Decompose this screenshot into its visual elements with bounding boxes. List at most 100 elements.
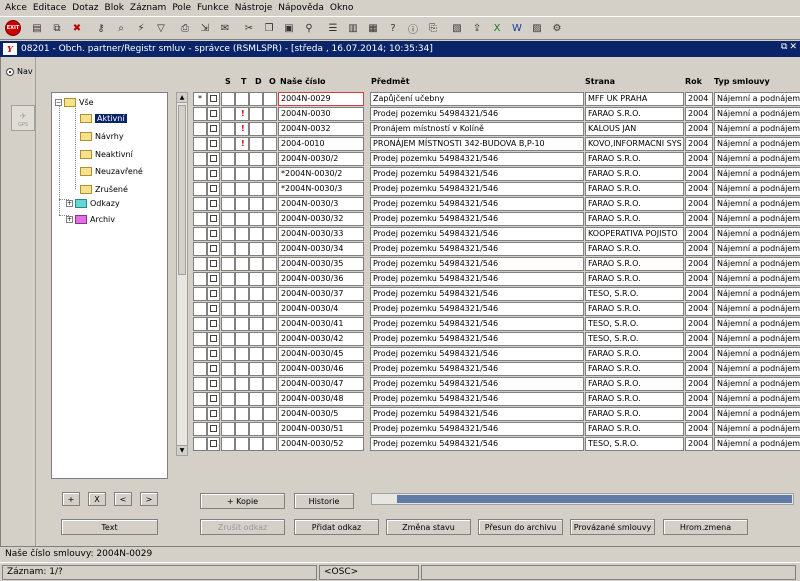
row-flag-d[interactable] <box>249 227 263 241</box>
cell-predmet[interactable]: Prodej pozemku 54984321/546 <box>370 317 584 331</box>
cell-typ[interactable]: Nájemní a podnájemní <box>714 212 800 226</box>
cell-predmet[interactable]: Prodej pozemku 54984321/546 <box>370 437 584 451</box>
checkbox-icon[interactable] <box>210 320 217 327</box>
cell-strana[interactable]: FARAO S.R.O. <box>585 392 684 406</box>
row-flag-o[interactable] <box>263 122 277 136</box>
cell-cislo[interactable]: 2004N-0030/47 <box>278 377 364 391</box>
row-flag-t[interactable] <box>235 242 249 256</box>
row-flag-d[interactable] <box>249 152 263 166</box>
checkbox-icon[interactable] <box>210 425 217 432</box>
mail-icon[interactable]: ✉ <box>216 19 234 37</box>
row-flag-d[interactable] <box>249 92 263 106</box>
cell-predmet[interactable]: Prodej pozemku 54984321/546 <box>370 407 584 421</box>
cell-typ[interactable]: Nájemní a podnájemní <box>714 197 800 211</box>
row-flag-s[interactable] <box>221 92 235 106</box>
cell-typ[interactable]: Nájemní a podnájemní <box>714 137 800 151</box>
checkbox-icon[interactable] <box>210 110 217 117</box>
export-icon[interactable]: ⇪ <box>468 19 486 37</box>
cell-typ[interactable]: Nájemní a podnájemní <box>714 152 800 166</box>
row-flag-t[interactable] <box>235 197 249 211</box>
cell-typ[interactable]: Nájemní a podnájemní <box>714 167 800 181</box>
row-marker[interactable] <box>193 107 207 121</box>
cell-predmet[interactable]: Prodej pozemku 54984321/546 <box>370 212 584 226</box>
row-flag-d[interactable] <box>249 137 263 151</box>
row-flag-t[interactable] <box>235 227 249 241</box>
row-flag-o[interactable] <box>263 377 277 391</box>
copy-record-icon[interactable]: ⧉ <box>48 19 66 37</box>
cell-rok[interactable]: 2004 <box>685 167 713 181</box>
checkbox-icon[interactable] <box>210 380 217 387</box>
row-flag-t[interactable] <box>235 347 249 361</box>
row-flag-s[interactable] <box>221 407 235 421</box>
menu-item[interactable]: Funkce <box>194 0 232 16</box>
row-checkbox[interactable] <box>207 332 220 346</box>
cell-typ[interactable]: Nájemní a podnájemní <box>714 437 800 451</box>
checkbox-icon[interactable] <box>210 140 217 147</box>
row-flag-o[interactable] <box>263 182 277 196</box>
cell-strana[interactable]: FARAO S.R.O. <box>585 197 684 211</box>
tree-next-button[interactable]: > <box>140 492 158 506</box>
exit-button[interactable]: EXIT <box>4 19 22 37</box>
cell-cislo[interactable]: 2004N-0030/2 <box>278 152 364 166</box>
cell-rok[interactable]: 2004 <box>685 392 713 406</box>
hscroll-thumb[interactable] <box>397 495 792 503</box>
checkbox-icon[interactable] <box>210 155 217 162</box>
cell-strana[interactable]: KALOUS JAN <box>585 122 684 136</box>
menu-item[interactable]: Blok <box>102 0 127 16</box>
cell-typ[interactable]: Nájemní a podnájemní <box>714 377 800 391</box>
excel-icon[interactable]: X <box>488 19 506 37</box>
row-marker[interactable] <box>193 317 207 331</box>
cell-strana[interactable]: KOOPERATIVA POJISTO <box>585 227 684 241</box>
row-flag-d[interactable] <box>249 242 263 256</box>
cell-typ[interactable]: Nájemní a podnájemní <box>714 227 800 241</box>
cell-typ[interactable]: Nájemní a podnájemní <box>714 122 800 136</box>
cell-rok[interactable]: 2004 <box>685 122 713 136</box>
header-nase-cislo[interactable]: Naše číslo <box>280 77 326 86</box>
row-flag-s[interactable] <box>221 287 235 301</box>
cell-cislo[interactable]: 2004N-0030/4 <box>278 302 364 316</box>
checkbox-icon[interactable] <box>210 410 217 417</box>
row-flag-t[interactable] <box>235 407 249 421</box>
key-icon[interactable]: ⚷ <box>92 19 110 37</box>
send-icon[interactable]: ⇲ <box>196 19 214 37</box>
cell-strana[interactable]: FARAO S.R.O. <box>585 257 684 271</box>
row-flag-s[interactable] <box>221 377 235 391</box>
row-flag-o[interactable] <box>263 152 277 166</box>
cancel-link-button[interactable]: Zrušit odkaz <box>200 519 285 535</box>
menu-item[interactable]: Nápověda <box>275 0 327 16</box>
cell-typ[interactable]: Nájemní a podnájemní <box>714 182 800 196</box>
cell-predmet[interactable]: Prodej pozemku 54984321/546 <box>370 392 584 406</box>
row-flag-s[interactable] <box>221 272 235 286</box>
row-flag-s[interactable] <box>221 422 235 436</box>
cell-cislo[interactable]: 2004-0010 <box>278 137 364 151</box>
row-flag-s[interactable] <box>221 362 235 376</box>
row-flag-t[interactable] <box>235 332 249 346</box>
row-flag-o[interactable] <box>263 437 277 451</box>
row-marker[interactable] <box>193 422 207 436</box>
info-icon[interactable]: ⓘ <box>404 19 422 37</box>
row-checkbox[interactable] <box>207 287 220 301</box>
cell-cislo[interactable]: 2004N-0030/36 <box>278 272 364 286</box>
expand-icon[interactable]: + <box>66 215 73 223</box>
cell-cislo[interactable]: 2004N-0030/48 <box>278 392 364 406</box>
cell-strana[interactable]: FARAO S.R.O. <box>585 167 684 181</box>
checkbox-icon[interactable] <box>210 245 217 252</box>
tree-add-button[interactable]: + <box>62 492 80 506</box>
checkbox-icon[interactable] <box>210 440 217 447</box>
row-flag-s[interactable] <box>221 197 235 211</box>
row-flag-o[interactable] <box>263 197 277 211</box>
cell-typ[interactable]: Nájemní a podnájemní <box>714 317 800 331</box>
row-marker[interactable] <box>193 272 207 286</box>
row-marker[interactable] <box>193 407 207 421</box>
row-checkbox[interactable] <box>207 167 220 181</box>
cell-rok[interactable]: 2004 <box>685 272 713 286</box>
cell-strana[interactable]: FARAO S.R.O. <box>585 182 684 196</box>
expand-icon[interactable]: + <box>66 199 73 207</box>
cell-rok[interactable]: 2004 <box>685 377 713 391</box>
cell-cislo[interactable]: 2004N-0030/41 <box>278 317 364 331</box>
row-flag-s[interactable] <box>221 257 235 271</box>
row-flag-o[interactable] <box>263 212 277 226</box>
row-flag-s[interactable] <box>221 317 235 331</box>
bulk-change-button[interactable]: Hrom.zmena <box>663 519 748 535</box>
header-predmet[interactable]: Předmět <box>371 77 410 86</box>
